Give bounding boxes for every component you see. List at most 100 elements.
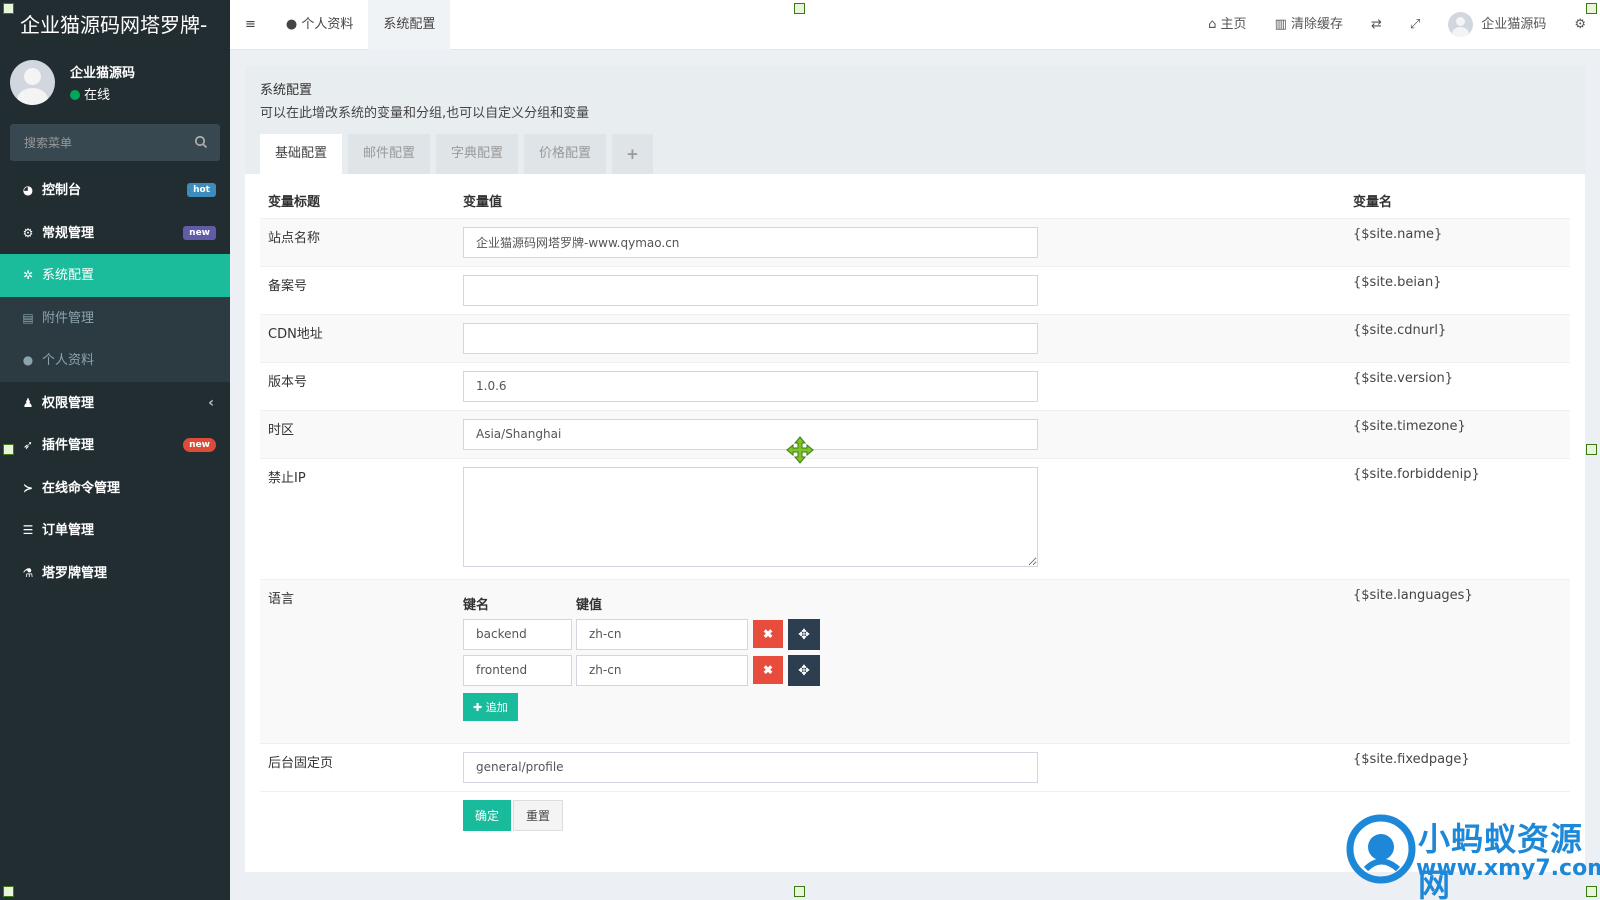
panel-heading: 系统配置 可以在此增改系统的变量和分组,也可以自定义分组和变量 基础配置 邮件配… — [245, 66, 1585, 174]
row-var-name: {$site.cdnurl} — [1345, 313, 1570, 362]
row-title: 后台固定页 — [260, 742, 455, 791]
sidebar-item-general[interactable]: ⚙ 常规管理 new — [0, 212, 230, 255]
sidebar-item-system-config[interactable]: ✲ 系统配置 — [0, 254, 230, 297]
nav-left: ≡ ● 个人资料 系统配置 — [230, 0, 451, 50]
table-row: 版本号 {$site.version} — [260, 361, 1570, 410]
sidebar-item-dashboard[interactable]: ◕ 控制台 hot — [0, 169, 230, 212]
file-icon: ▤ — [22, 310, 34, 325]
language-key-input[interactable] — [463, 618, 572, 650]
drag-handle-button[interactable]: ✥ — [788, 654, 820, 686]
user-name: 企业猫源码 — [70, 66, 136, 81]
submit-button[interactable]: 确定 — [463, 799, 512, 831]
sidebar-item-label: 系统配置 — [42, 268, 95, 283]
site-name-input[interactable] — [463, 226, 1038, 258]
resize-handle-bottom-left[interactable] — [3, 886, 14, 897]
close-icon: ✖ — [762, 663, 774, 677]
timezone-input[interactable] — [463, 418, 1038, 450]
table-row: CDN地址 {$site.cdnurl} — [260, 313, 1570, 362]
translate-icon: ⇄ — [1371, 17, 1382, 32]
row-var-name: {$site.name} — [1345, 217, 1570, 266]
clear-cache-button[interactable]: ▥ 清除缓存 — [1261, 0, 1357, 50]
watermark-url: www.xmy7.com — [1416, 856, 1600, 881]
row-title: 站点名称 — [260, 217, 455, 266]
online-dot-icon — [70, 90, 80, 100]
dashboard-icon: ◕ — [22, 183, 34, 197]
user-menu-label: 企业猫源码 — [1481, 17, 1547, 32]
row-title: 时区 — [260, 409, 455, 458]
row-var-name: {$site.forbiddenip} — [1345, 457, 1570, 579]
sidebar-item-commands[interactable]: ≻ 在线命令管理 — [0, 467, 230, 510]
sidebar-item-label: 权限管理 — [42, 395, 95, 411]
forbidden-ip-textarea[interactable] — [463, 466, 1038, 567]
tab-email[interactable]: 邮件配置 — [348, 134, 431, 174]
reset-button[interactable]: 重置 — [513, 799, 564, 831]
tab-price[interactable]: 价格配置 — [524, 134, 607, 174]
language-value-input[interactable] — [576, 654, 748, 686]
add-tab-button[interactable]: + — [612, 134, 653, 174]
row-value-cell — [455, 409, 1345, 458]
row-value-cell — [455, 313, 1345, 362]
fixed-page-input[interactable] — [463, 751, 1038, 783]
tab-system-config[interactable]: 系统配置 — [368, 0, 451, 50]
language-key-input[interactable] — [463, 654, 572, 686]
resize-handle-top-right[interactable] — [1586, 3, 1597, 14]
fullscreen-button[interactable]: ⤢ — [1396, 0, 1434, 50]
rocket-icon: ➶ — [22, 438, 34, 452]
close-icon: ✖ — [762, 627, 774, 641]
resize-handle-right[interactable] — [1586, 444, 1597, 455]
flask-icon: ⚗ — [22, 565, 34, 580]
resize-handle-top-left[interactable] — [3, 3, 14, 14]
sidebar-item-label: 控制台 — [42, 183, 82, 198]
home-label: 主页 — [1220, 17, 1247, 32]
cogs-icon: ⚙ — [22, 225, 34, 240]
sidebar-toggle[interactable]: ≡ — [230, 0, 271, 50]
user-menu[interactable]: 企业猫源码 — [1434, 0, 1560, 50]
resize-handle-bottom[interactable] — [794, 886, 805, 897]
sidebar-menu: ◕ 控制台 hot ⚙ 常规管理 new ✲ 系统配置 ▤ 附件管理 ● 个人资料 ♟ 权限管理… — [0, 169, 230, 594]
sidebar-item-profile[interactable]: ● 个人资料 — [0, 339, 230, 382]
brand-logo[interactable]: 企业猫源码网塔罗牌- — [0, 0, 230, 50]
column-header: 变量名 — [1345, 184, 1570, 219]
delete-row-button[interactable]: ✖ — [753, 656, 783, 684]
empty-cell — [260, 790, 455, 839]
sidebar-item-orders[interactable]: ☰ 订单管理 — [0, 509, 230, 552]
sidebar-item-permissions[interactable]: ♟ 权限管理 ‹ — [0, 382, 230, 425]
sidebar-item-tarot[interactable]: ⚗ 塔罗牌管理 — [0, 552, 230, 595]
language-toggle[interactable]: ⇄ — [1357, 0, 1396, 50]
search-icon[interactable] — [194, 135, 208, 149]
resize-handle-top[interactable] — [794, 3, 805, 14]
config-panel: 系统配置 可以在此增改系统的变量和分组,也可以自定义分组和变量 基础配置 邮件配… — [245, 66, 1585, 872]
cdn-url-input[interactable] — [463, 322, 1038, 354]
kv-header: 键名 键值 — [463, 594, 1337, 613]
row-title: 语言 — [260, 578, 455, 743]
delete-row-button[interactable]: ✖ — [753, 620, 783, 648]
sidebar-item-label: 常规管理 — [42, 225, 95, 241]
version-input[interactable] — [463, 370, 1038, 402]
row-value-cell — [455, 217, 1345, 266]
row-title: CDN地址 — [260, 313, 455, 362]
sidebar-item-attachments[interactable]: ▤ 附件管理 — [0, 296, 230, 339]
beian-input[interactable] — [463, 274, 1038, 306]
drag-handle-button[interactable]: ✥ — [788, 618, 820, 650]
gears-icon: ⚙ — [1574, 17, 1586, 32]
resize-handle-left[interactable] — [3, 444, 14, 455]
home-icon: ⌂ — [1208, 17, 1217, 32]
watermark-logo-icon — [1346, 814, 1416, 884]
table-header-row: 变量标题 变量值 变量名 — [260, 184, 1570, 219]
tab-dictionary[interactable]: 字典配置 — [436, 134, 519, 174]
append-button[interactable]: ✚ 追加 — [463, 692, 518, 721]
column-header: 变量标题 — [260, 184, 455, 219]
language-value-input[interactable] — [576, 618, 748, 650]
sidebar: 企业猫源码网塔罗牌- 企业猫源码 在线 ◕ 控制台 hot ⚙ 常规管理 new ✲ 系统… — [0, 0, 230, 900]
search-input[interactable] — [10, 124, 220, 161]
form-actions: 确定 重置 — [455, 790, 1345, 839]
languages-editor: 键名 键值 ✖ ✥ ✖ ✥ ✚ 追加 — [455, 578, 1345, 743]
user-status: 在线 — [70, 84, 110, 103]
tab-basic[interactable]: 基础配置 — [260, 134, 343, 174]
move-cursor-icon[interactable] — [786, 436, 814, 464]
move-icon: ✥ — [798, 625, 810, 642]
tab-profile[interactable]: ● 个人资料 — [271, 0, 369, 50]
home-link[interactable]: ⌂ 主页 — [1194, 0, 1260, 50]
sidebar-item-plugins[interactable]: ➶ 插件管理 new — [0, 424, 230, 467]
tab-label: 系统配置 — [383, 17, 436, 32]
